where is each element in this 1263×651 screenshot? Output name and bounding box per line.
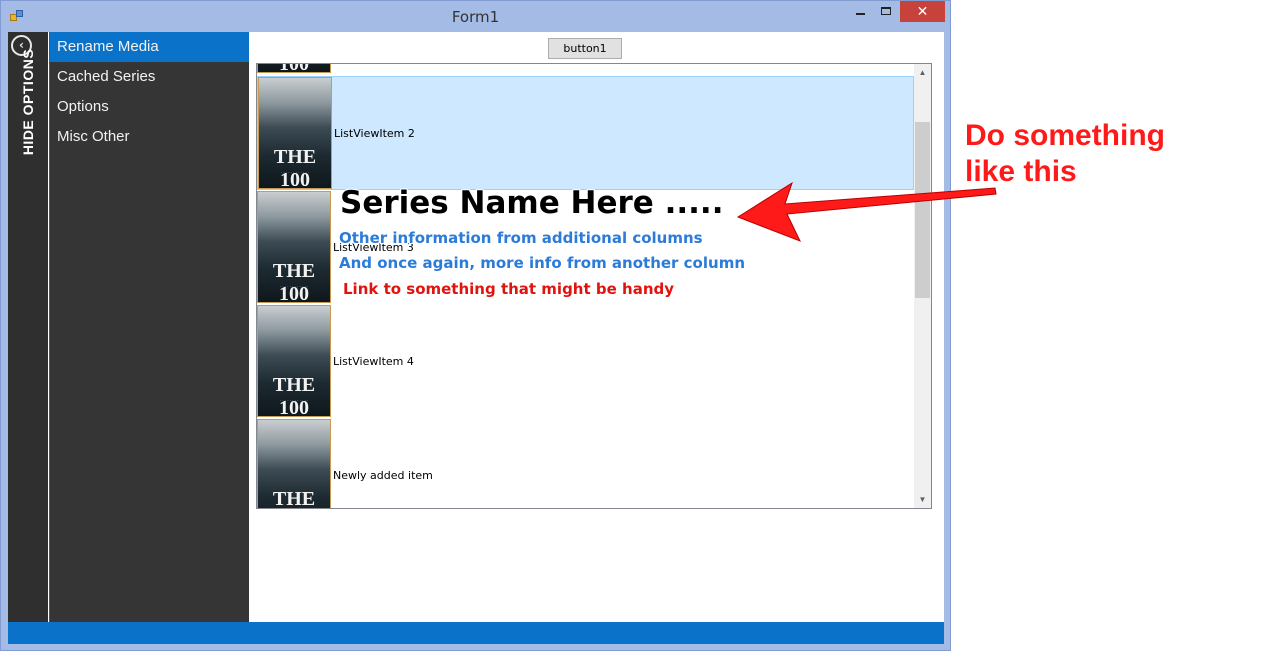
poster-title: THE 100: [272, 374, 316, 419]
scroll-up-arrow-icon[interactable]: ▲: [914, 64, 931, 81]
poster-tagline: · · · · · · · · · · · ·: [279, 284, 309, 289]
poster-thumbnail: THE 100 · · · · · · · · · · · ·: [257, 305, 331, 419]
minimize-button[interactable]: [847, 1, 873, 22]
annotation-info-line-1: Other information from additional column…: [339, 229, 703, 247]
scroll-down-arrow-icon[interactable]: ▼: [914, 491, 931, 508]
list-item[interactable]: THE 100 · · · · · · · · · · · ·: [257, 63, 914, 75]
poster-title: THE 100: [279, 63, 309, 75]
listview-scrollbar[interactable]: ▲ ▼: [914, 64, 931, 508]
annotation-arrow-icon: [736, 181, 997, 242]
sidebar-item-cached-series[interactable]: Cached Series: [50, 62, 249, 92]
minimize-icon: [855, 13, 865, 15]
list-item-label: ListViewItem 4: [333, 355, 414, 368]
main-panel: button1 THE 100 · · · · · · · · · · · · …: [249, 32, 944, 622]
annotation-info-line-2: And once again, more info from another c…: [339, 254, 745, 272]
client-area: ‹ HIDE OPTIONS Rename Media Cached Serie…: [8, 32, 944, 644]
annotation-callout: Do something like this: [965, 118, 1165, 190]
sidebar-item-rename-media[interactable]: Rename Media: [50, 32, 249, 62]
list-item[interactable]: THE 100 · · · · · · · · · · · · Newly ad…: [257, 418, 914, 509]
poster-thumbnail: THE 100 · · · · · · · · · · · ·: [257, 419, 331, 509]
hide-options-label[interactable]: HIDE OPTIONS: [20, 49, 36, 155]
poster-tagline: · · · · · · · · · · · ·: [280, 170, 310, 175]
sidebar-item-misc-other[interactable]: Misc Other: [50, 122, 249, 152]
window-title: Form1: [451, 8, 500, 26]
poster-thumbnail: THE 100 · · · · · · · · · · · ·: [258, 77, 332, 191]
close-icon: ✕: [916, 3, 929, 19]
poster-tagline: · · · · · · · · · · · ·: [279, 398, 309, 403]
poster-title: THE 100: [272, 488, 316, 509]
annotation-link[interactable]: Link to something that might be handy: [343, 280, 674, 298]
hide-options-panel[interactable]: ‹ HIDE OPTIONS: [8, 32, 48, 622]
close-button[interactable]: ✕: [900, 1, 945, 22]
poster-title: THE 100: [272, 260, 316, 305]
app-window: Form1 ✕ ‹ HIDE OPTIONS Rename Media Cach…: [0, 0, 951, 651]
list-item[interactable]: THE 100 · · · · · · · · · · · · ListView…: [257, 304, 914, 419]
callout-line-2: like this: [965, 155, 1077, 188]
poster-title: THE 100: [273, 146, 317, 191]
poster-thumbnail: THE 100 · · · · · · · · · · · ·: [257, 191, 331, 305]
sidebar-item-options[interactable]: Options: [50, 92, 249, 122]
annotation-series-name: Series Name Here .....: [340, 185, 724, 221]
button1[interactable]: button1: [548, 38, 622, 59]
list-item-label: ListViewItem 2: [334, 127, 415, 140]
list-item-label: Newly added item: [333, 469, 433, 482]
title-bar: Form1 ✕: [1, 1, 950, 32]
maximize-icon: [881, 7, 891, 15]
status-bar: [8, 622, 944, 644]
sidebar: Rename Media Cached Series Options Misc …: [49, 32, 249, 622]
poster-thumbnail: THE 100 · · · · · · · · · · · ·: [257, 63, 331, 75]
callout-line-1: Do something: [965, 119, 1165, 152]
maximize-button[interactable]: [873, 1, 899, 22]
